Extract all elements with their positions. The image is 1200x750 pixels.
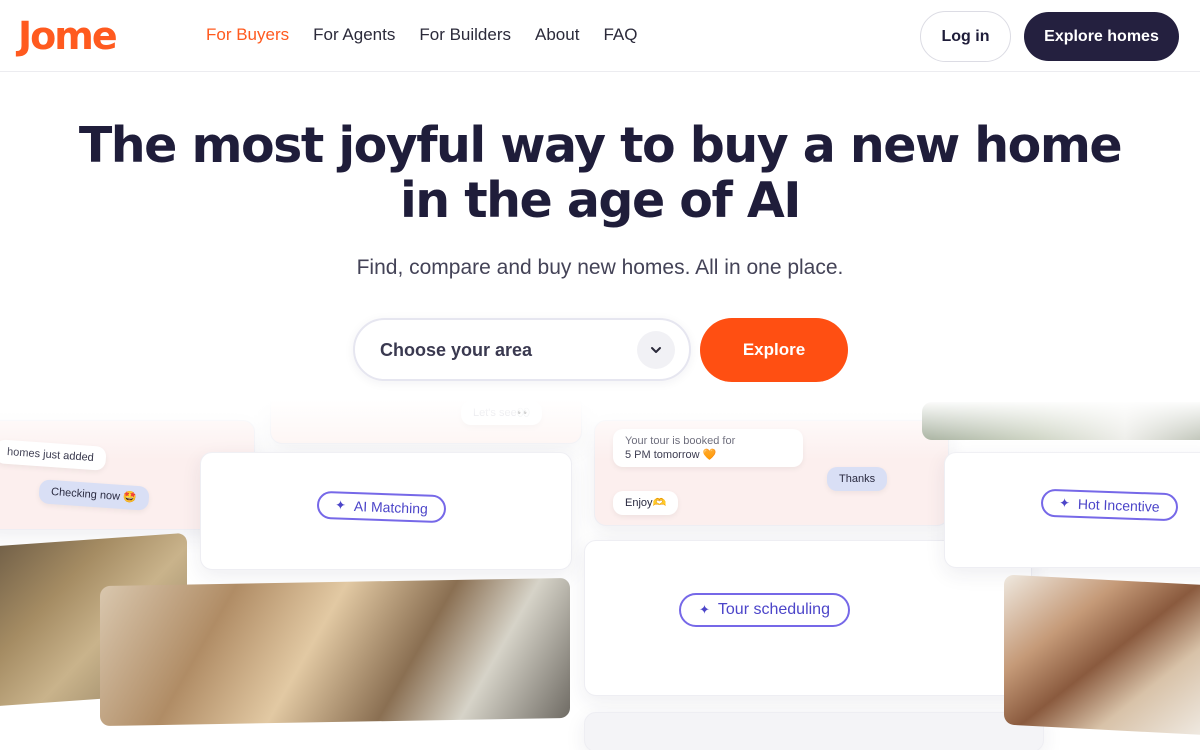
chat-bubble: Thanks bbox=[827, 467, 888, 491]
tour-message-line-1: Your tour is booked for bbox=[625, 435, 736, 447]
family-kitchen-photo bbox=[1004, 574, 1200, 736]
nav-for-agents[interactable]: For Agents bbox=[313, 24, 395, 46]
area-select-label: Choose your area bbox=[380, 340, 533, 360]
collage-card-bottom bbox=[584, 712, 1044, 750]
login-button[interactable]: Log in bbox=[920, 11, 1011, 62]
ai-matching-label: AI Matching bbox=[353, 498, 429, 517]
hero-title-line-2: in the age of AI bbox=[400, 172, 801, 229]
nav-for-buyers[interactable]: For Buyers bbox=[206, 24, 289, 46]
nav-faq[interactable]: FAQ bbox=[603, 24, 637, 46]
hot-incentives-chip: ✦ Hot Incentive bbox=[1040, 488, 1179, 522]
house-exterior-photo bbox=[922, 402, 1200, 440]
chat-bubble: Your tour is booked for 5 PM tomorrow 🧡 bbox=[613, 429, 803, 467]
site-header: Jome For Buyers For Agents For Builders … bbox=[0, 0, 1200, 72]
hot-incentives-card: ✦ Hot Incentive bbox=[944, 452, 1200, 568]
nav-about[interactable]: About bbox=[535, 24, 579, 46]
hug-photo bbox=[100, 577, 570, 727]
explore-button[interactable]: Explore bbox=[700, 318, 848, 382]
chat-bubble: Checking now 🤩 bbox=[38, 479, 150, 511]
tour-chat-card: Your tour is booked for 5 PM tomorrow 🧡 … bbox=[594, 420, 949, 526]
hero-title-line-1: The most joyful way to buy a new home bbox=[78, 117, 1123, 174]
chat-bubble: homes just added bbox=[0, 439, 107, 471]
sparkle-icon: ✦ bbox=[699, 602, 710, 617]
hot-incentives-label: Hot Incentive bbox=[1077, 495, 1160, 515]
ai-matching-card: ✦ AI Matching bbox=[200, 452, 572, 570]
explore-homes-button[interactable]: Explore homes bbox=[1024, 12, 1179, 61]
feature-collage: homes just added Checking now 🤩 Let's se… bbox=[0, 400, 1200, 750]
nav-for-builders[interactable]: For Builders bbox=[419, 24, 511, 46]
tour-scheduling-label: Tour scheduling bbox=[717, 601, 830, 618]
ai-matching-chip: ✦ AI Matching bbox=[316, 490, 447, 524]
sparkle-icon: ✦ bbox=[334, 497, 347, 513]
hero-title: The most joyful way to buy a new home in… bbox=[60, 118, 1140, 228]
sparkle-icon: ✦ bbox=[1058, 495, 1071, 511]
chat-bubble: Let's see👀 bbox=[461, 401, 543, 425]
tour-message-line-2: 5 PM tomorrow 🧡 bbox=[625, 449, 717, 461]
chat-bubble: Enjoy🫶 bbox=[613, 491, 679, 515]
chat-card-top: Let's see👀 bbox=[270, 400, 582, 444]
jome-logo[interactable]: Jome bbox=[18, 12, 118, 60]
tour-scheduling-chip: ✦ Tour scheduling bbox=[679, 593, 850, 627]
hero-subtitle: Find, compare and buy new homes. All in … bbox=[356, 256, 844, 279]
area-select[interactable]: Choose your area bbox=[353, 318, 691, 381]
main-nav: For Buyers For Agents For Builders About… bbox=[206, 24, 637, 46]
chevron-down-icon[interactable] bbox=[637, 331, 675, 369]
